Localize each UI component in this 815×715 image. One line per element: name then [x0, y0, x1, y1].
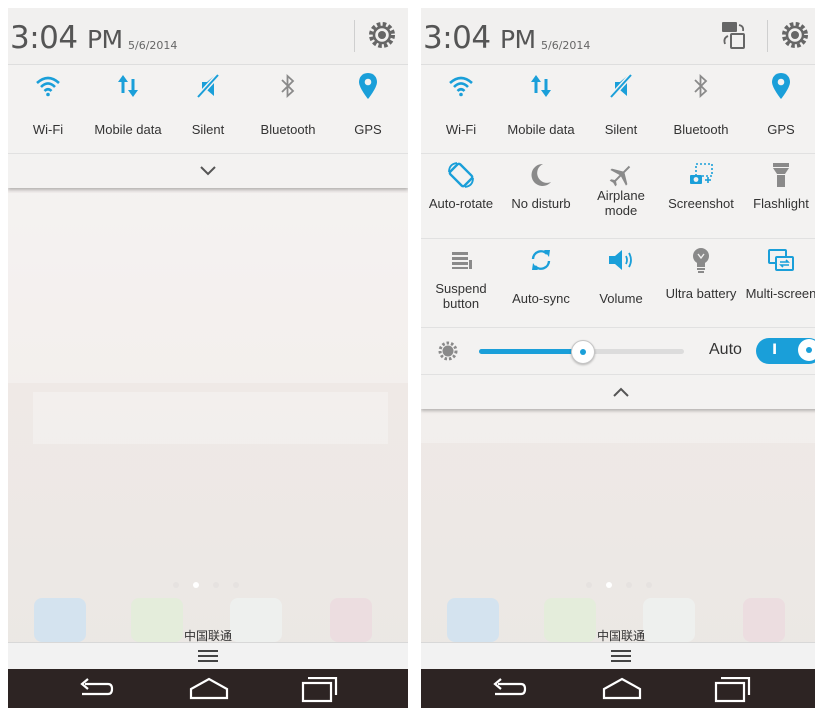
phone-screen-expanded: 3:04 PM 5/6/2014 Wi-Fi Mobile data Silen… — [421, 8, 815, 708]
chevron-down-icon — [200, 166, 216, 176]
page-indicator — [173, 582, 239, 588]
menu-handle-bar[interactable] — [421, 642, 815, 670]
bulb-icon — [693, 248, 709, 273]
collapse-handle[interactable] — [421, 375, 815, 409]
gear-icon[interactable] — [780, 20, 810, 50]
back-icon[interactable] — [76, 677, 116, 701]
multi-screen-icon — [768, 249, 794, 271]
status-header: 3:04 PM 5/6/2014 — [421, 8, 815, 65]
date: 5/6/2014 — [128, 39, 178, 52]
bluetooth-icon — [694, 73, 708, 99]
mobile-data-icon — [118, 75, 138, 97]
brightness-thumb[interactable] — [570, 340, 595, 364]
flashlight-icon — [773, 163, 789, 187]
clock: 3:04 PM — [10, 20, 123, 56]
wifi-icon — [449, 76, 473, 97]
divider — [354, 20, 355, 52]
brightness-row: Auto I — [421, 328, 815, 375]
toggle-gps[interactable]: GPS — [328, 65, 408, 153]
sync-icon — [531, 250, 551, 270]
wifi-icon — [36, 76, 60, 97]
search-bar-faded — [33, 392, 388, 444]
auto-brightness-label: Auto — [709, 341, 742, 358]
notification-shade: 3:04 PM 5/6/2014 Wi-Fi Mobile data Silen… — [8, 8, 408, 188]
recents-icon[interactable] — [300, 677, 340, 703]
quick-toggles-row: Auto-rotate No disturb Airplane mode Scr… — [421, 154, 815, 239]
suspend-button-icon — [452, 252, 472, 269]
clock-widget-faded — [8, 193, 408, 383]
screenshot-icon — [690, 163, 713, 184]
expand-handle[interactable] — [8, 154, 408, 188]
divider — [767, 20, 768, 52]
toggle-wifi[interactable]: Wi-Fi — [8, 65, 88, 153]
recents-icon[interactable] — [713, 677, 753, 703]
quick-toggles-row: Suspend button Auto-sync Volume Ultra ba… — [421, 239, 815, 328]
gps-icon — [359, 73, 377, 99]
date: 5/6/2014 — [541, 39, 591, 52]
gps-icon — [772, 73, 790, 99]
toggle-no-disturb[interactable]: No disturb — [501, 154, 581, 238]
brightness-slider[interactable] — [479, 340, 684, 364]
toggle-ultra-battery[interactable]: Ultra battery — [661, 239, 741, 327]
status-header: 3:04 PM 5/6/2014 — [8, 8, 408, 65]
menu-icon — [198, 650, 218, 662]
auto-rotate-icon — [448, 162, 474, 188]
toggle-silent[interactable]: Silent — [581, 65, 661, 153]
silent-icon — [196, 73, 220, 99]
menu-handle-bar[interactable] — [8, 642, 408, 670]
toggle-auto-rotate[interactable]: Auto-rotate — [421, 154, 501, 238]
toggle-flashlight[interactable]: Flashlight — [741, 154, 815, 238]
toggle-mobile-data[interactable]: Mobile data — [501, 65, 581, 153]
toggle-volume[interactable]: Volume — [581, 239, 661, 327]
clock: 3:04 PM — [423, 20, 536, 56]
toggle-airplane-mode[interactable]: Airplane mode — [581, 154, 661, 238]
brightness-icon — [438, 341, 458, 361]
page-indicator — [586, 582, 652, 588]
toggle-knob — [798, 339, 815, 361]
volume-icon — [609, 250, 632, 270]
phone-screen-collapsed: 3:04 PM 5/6/2014 Wi-Fi Mobile data Silen… — [8, 8, 408, 708]
navigation-bar — [421, 669, 815, 708]
home-icon[interactable] — [188, 677, 230, 701]
toggle-screenshot[interactable]: Screenshot — [661, 154, 741, 238]
toggle-bluetooth[interactable]: Bluetooth — [248, 65, 328, 153]
navigation-bar — [8, 669, 408, 708]
bluetooth-icon — [281, 73, 295, 99]
gear-icon[interactable] — [367, 20, 397, 50]
toggle-suspend-button[interactable]: Suspend button — [421, 239, 501, 327]
moon-icon — [531, 163, 551, 186]
toggle-auto-sync[interactable]: Auto-sync — [501, 239, 581, 327]
toggle-silent[interactable]: Silent — [168, 65, 248, 153]
brightness-fill — [479, 349, 582, 354]
toggle-bluetooth[interactable]: Bluetooth — [661, 65, 741, 153]
back-icon[interactable] — [489, 677, 529, 701]
quick-toggles-row: Wi-Fi Mobile data Silent Bluetooth GPS — [421, 65, 815, 154]
home-icon[interactable] — [601, 677, 643, 701]
menu-icon — [611, 650, 631, 662]
toggle-mobile-data[interactable]: Mobile data — [88, 65, 168, 153]
chevron-up-icon — [613, 387, 629, 397]
screen-switch-icon[interactable] — [719, 20, 747, 50]
quick-toggles-row: Wi-Fi Mobile data Silent Bluetooth GPS — [8, 65, 408, 154]
notification-shade-expanded: 3:04 PM 5/6/2014 Wi-Fi Mobile data Silen… — [421, 8, 815, 409]
toggle-gps[interactable]: GPS — [741, 65, 815, 153]
airplane-icon — [609, 165, 631, 187]
auto-brightness-toggle[interactable]: I — [756, 338, 815, 364]
toggle-multi-screen[interactable]: Multi-screen — [741, 239, 815, 327]
silent-icon — [609, 73, 633, 99]
toggle-wifi[interactable]: Wi-Fi — [421, 65, 501, 153]
mobile-data-icon — [531, 75, 551, 97]
